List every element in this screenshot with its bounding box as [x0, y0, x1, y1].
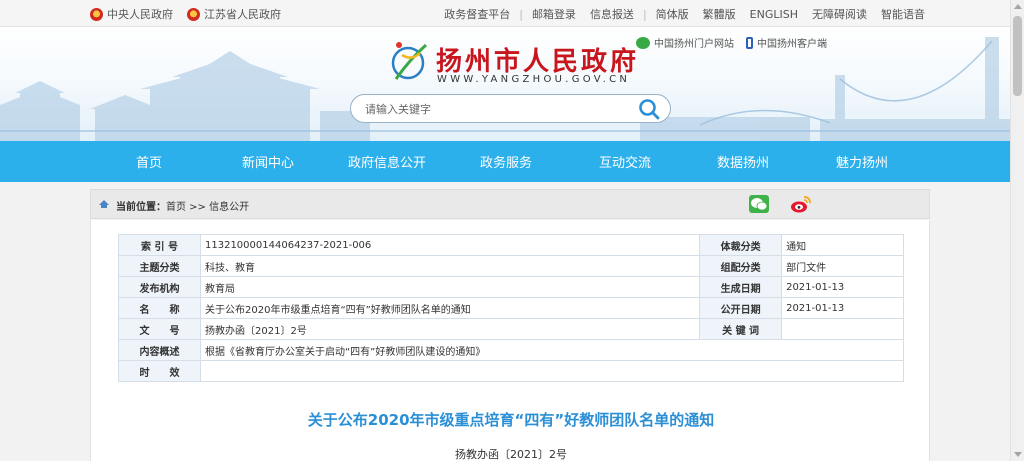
- scroll-up-arrow-icon[interactable]: [1014, 4, 1022, 9]
- validity-value: [200, 360, 904, 382]
- summary-value: 根据《省教育厅办公室关于启动“四有”好教师团队建设的通知》: [200, 339, 904, 361]
- site-header: 扬州市人民政府 WWW.YANGZHOU.GOV.CN 中国扬州门户网站 中国扬…: [0, 27, 1010, 141]
- table-row: 发布机构 教育局 生成日期 2021-01-13: [118, 276, 904, 298]
- publisher-value: 教育局: [199, 276, 701, 298]
- divider: |: [642, 7, 647, 21]
- metadata-label: 内容概述: [118, 339, 201, 361]
- nav-item-home[interactable]: 首页: [136, 152, 162, 171]
- vertical-scrollbar[interactable]: [1010, 0, 1024, 461]
- metadata-label: 名 称: [118, 297, 201, 319]
- document-metadata-table: 索 引 号 113210000144064237-2021-006 体裁分类 通…: [118, 234, 904, 382]
- accessibility-link[interactable]: 无障碍阅读: [805, 6, 874, 22]
- category-value: 部门文件: [781, 255, 904, 277]
- english-link[interactable]: ENGLISH: [743, 8, 805, 21]
- nav-item-data-yangzhou[interactable]: 数据扬州: [717, 152, 769, 171]
- scrollbar-thumb[interactable]: [1013, 16, 1022, 96]
- content-panel: 索 引 号 113210000144064237-2021-006 体裁分类 通…: [90, 220, 930, 461]
- simplified-chinese-link[interactable]: 简体版: [649, 6, 696, 22]
- genre-value: 通知: [781, 234, 904, 256]
- top-utility-bar: 中央人民政府 江苏省人民政府 政务督查平台 | 邮箱登录 信息报送 | 简体版 …: [0, 0, 1010, 27]
- metadata-label: 时 效: [118, 360, 201, 382]
- document-number: 扬教办函〔2021〕2号: [455, 448, 567, 461]
- info-submission-link[interactable]: 信息报送: [583, 6, 641, 22]
- scroll-down-arrow-icon[interactable]: [1014, 452, 1022, 457]
- document-number-value: 扬教办函〔2021〕2号: [199, 318, 701, 340]
- metadata-label: 索 引 号: [118, 234, 201, 256]
- wechat-portal-label: 中国扬州门户网站: [654, 39, 734, 50]
- table-row: 主题分类 科技、教育 组配分类 部门文件: [118, 255, 904, 277]
- site-title: 扬州市人民政府: [436, 47, 640, 77]
- nav-item-government-services[interactable]: 政务服务: [480, 152, 532, 171]
- jiangsu-government-link-label: 江苏省人民政府: [204, 8, 281, 21]
- home-icon: [99, 200, 109, 208]
- search-icon[interactable]: [638, 98, 660, 120]
- wechat-portal-link[interactable]: 中国扬州门户网站: [636, 35, 734, 50]
- metadata-label: 组配分类: [699, 255, 783, 277]
- index-number-value: 113210000144064237-2021-006: [199, 234, 701, 256]
- mobile-phone-icon: [746, 36, 753, 49]
- central-government-link[interactable]: 中央人民政府: [90, 6, 173, 22]
- nav-item-news[interactable]: 新闻中心: [242, 152, 294, 171]
- public-date-value: 2021-01-13: [781, 297, 904, 319]
- table-row: 名 称 关于公布2020年市级重点培育“四有”好教师团队名单的通知 公开日期 2…: [118, 297, 904, 319]
- nav-item-charm-yangzhou[interactable]: 魅力扬州: [836, 152, 888, 171]
- breadcrumb-home-link[interactable]: 首页: [166, 202, 186, 213]
- metadata-label: 文 号: [118, 318, 201, 340]
- search-input[interactable]: [365, 101, 625, 117]
- search-box: [350, 94, 671, 123]
- top-left-links: 中央人民政府 江苏省人民政府: [90, 6, 281, 22]
- table-row: 时 效: [118, 360, 904, 382]
- table-row: 文 号 扬教办函〔2021〕2号 关 键 词: [118, 318, 904, 340]
- wechat-icon: [636, 36, 650, 49]
- top-right-links: 政务督查平台 | 邮箱登录 信息报送 | 简体版 繁體版 ENGLISH 无障碍…: [437, 6, 932, 22]
- document-title: 关于公布2020年市级重点培育“四有”好教师团队名单的通知: [307, 411, 715, 429]
- national-emblem-icon: [90, 7, 103, 21]
- weibo-share-icon[interactable]: [790, 195, 812, 213]
- metadata-label: 生成日期: [699, 276, 783, 298]
- traditional-chinese-link[interactable]: 繁體版: [696, 6, 743, 22]
- nav-item-info-disclosure[interactable]: 政府信息公开: [348, 152, 426, 171]
- metadata-label: 关 键 词: [699, 318, 783, 340]
- keywords-value: [781, 318, 904, 340]
- main-navigation: 首页 新闻中心 政府信息公开 政务服务 互动交流 数据扬州 魅力扬州: [0, 141, 1010, 182]
- table-row: 内容概述 根据《省教育厅办公室关于启动“四有”好教师团队建设的通知》: [118, 339, 904, 361]
- topic-value: 科技、教育: [199, 255, 701, 277]
- site-domain: WWW.YANGZHOU.GOV.CN: [437, 74, 631, 85]
- voice-reading-link[interactable]: 智能语音: [874, 6, 932, 22]
- metadata-label: 公开日期: [699, 297, 783, 319]
- breadcrumb-current[interactable]: 信息公开: [209, 202, 249, 213]
- yangzhou-logo-icon: [391, 42, 427, 80]
- wechat-share-icon[interactable]: [749, 195, 769, 213]
- table-row: 索 引 号 113210000144064237-2021-006 体裁分类 通…: [118, 234, 904, 256]
- breadcrumb: 当前位置：首页 >> 信息公开: [90, 189, 930, 219]
- created-date-value: 2021-01-13: [781, 276, 904, 298]
- breadcrumb-prefix: 当前位置：: [116, 202, 166, 213]
- central-government-link-label: 中央人民政府: [107, 8, 173, 21]
- nav-item-interaction[interactable]: 互动交流: [599, 152, 651, 171]
- divider: |: [519, 7, 523, 21]
- breadcrumb-text: 当前位置：首页 >> 信息公开: [116, 198, 249, 213]
- metadata-label: 体裁分类: [699, 234, 783, 256]
- mailbox-login-link[interactable]: 邮箱登录: [525, 6, 583, 22]
- metadata-label: 主题分类: [118, 255, 201, 277]
- breadcrumb-separator: >>: [186, 202, 210, 213]
- document-name-value: 关于公布2020年市级重点培育“四有”好教师团队名单的通知: [199, 297, 701, 319]
- jiangsu-government-link[interactable]: 江苏省人民政府: [187, 6, 281, 22]
- mobile-app-label: 中国扬州客户端: [757, 39, 827, 50]
- supervision-platform-link[interactable]: 政务督查平台: [437, 6, 517, 22]
- mobile-app-link[interactable]: 中国扬州客户端: [746, 35, 827, 50]
- metadata-label: 发布机构: [118, 276, 201, 298]
- portal-links: 中国扬州门户网站 中国扬州客户端: [636, 35, 827, 50]
- national-emblem-icon: [187, 7, 200, 21]
